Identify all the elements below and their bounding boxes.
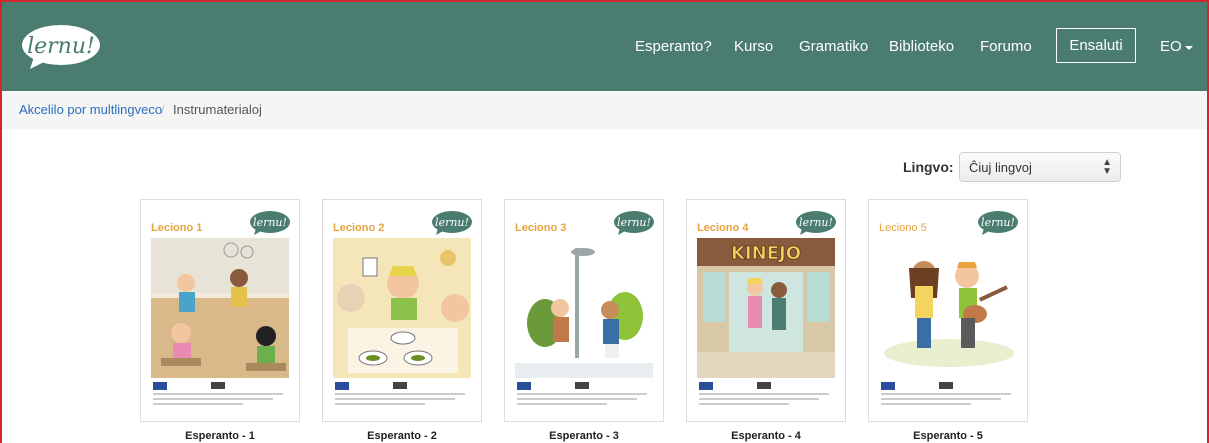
card-lesson-title: Leciono 2 xyxy=(333,222,385,234)
breadcrumb-separator: / xyxy=(161,102,165,117)
card-footer-logos xyxy=(881,382,1011,405)
guitar-walk-illustration xyxy=(879,238,1017,378)
nav-biblioteko[interactable]: Biblioteko xyxy=(889,38,954,55)
language-filter-value: Ĉiuj lingvoj xyxy=(969,160,1032,175)
breadcrumb-parent[interactable]: Akcelilo por multlingveco xyxy=(19,102,162,117)
select-arrows-icon: ▲ ▼ xyxy=(1102,157,1112,177)
page-frame: lernu! Esperanto? Kurso Gramatiko Biblio… xyxy=(0,0,1209,443)
breadcrumb-current: Instrumaterialoj xyxy=(173,102,262,117)
kinejo-sign: KINEJO xyxy=(731,243,801,264)
card-caption-5[interactable]: Esperanto - 5 xyxy=(868,430,1028,442)
svg-text:lernu!: lernu! xyxy=(435,216,469,229)
login-label: Ensaluti xyxy=(1069,37,1123,54)
material-card-3[interactable]: Leciono 3 lernu! xyxy=(504,199,664,422)
lernu-logo[interactable]: lernu! xyxy=(20,23,102,71)
language-label: EO xyxy=(1160,38,1182,55)
backpackers-illustration xyxy=(515,238,653,378)
dinner-table-illustration xyxy=(333,238,471,378)
language-filter-select[interactable]: Ĉiuj lingvoj ▲ ▼ xyxy=(959,152,1121,182)
svg-text:lernu!: lernu! xyxy=(981,216,1015,229)
language-filter-label: Lingvo: xyxy=(903,159,954,175)
svg-text:lernu!: lernu! xyxy=(799,216,833,229)
card-caption-2[interactable]: Esperanto - 2 xyxy=(322,430,482,442)
logo-text: lernu! xyxy=(27,34,95,59)
nav-esperanto[interactable]: Esperanto? xyxy=(635,38,712,55)
material-card-1[interactable]: Leciono 1 lernu! xyxy=(140,199,300,422)
card-footer-logos xyxy=(699,382,829,405)
classroom-illustration xyxy=(151,238,289,378)
svg-text:lernu!: lernu! xyxy=(253,216,287,229)
nav-forumo[interactable]: Forumo xyxy=(980,38,1032,55)
card-footer-logos xyxy=(335,382,465,405)
card-caption-1[interactable]: Esperanto - 1 xyxy=(140,430,300,442)
chevron-down-icon xyxy=(1184,45,1193,50)
card-lesson-title: Leciono 5 xyxy=(879,222,927,234)
lernu-logo-icon: lernu! xyxy=(432,211,472,235)
svg-text:lernu!: lernu! xyxy=(617,216,651,229)
card-footer-logos xyxy=(517,382,647,405)
top-navbar: lernu! Esperanto? Kurso Gramatiko Biblio… xyxy=(2,2,1207,91)
cinema-illustration: KINEJO xyxy=(697,238,835,378)
card-caption-4[interactable]: Esperanto - 4 xyxy=(686,430,846,442)
card-lesson-title: Leciono 4 xyxy=(697,222,749,234)
lernu-logo-icon: lernu! xyxy=(614,211,654,235)
lernu-logo-icon: lernu! xyxy=(978,211,1018,235)
card-caption-3[interactable]: Esperanto - 3 xyxy=(504,430,664,442)
material-card-2[interactable]: Leciono 2 lernu! xyxy=(322,199,482,422)
lernu-logo-icon: lernu! xyxy=(796,211,836,235)
nav-kurso[interactable]: Kurso xyxy=(734,38,773,55)
login-button[interactable]: Ensaluti xyxy=(1056,28,1136,63)
breadcrumb: Akcelilo por multlingveco / Instrumateri… xyxy=(2,91,1207,129)
lernu-logo-icon: lernu! xyxy=(250,211,290,235)
material-card-5[interactable]: Leciono 5 lernu! xyxy=(868,199,1028,422)
material-card-4[interactable]: Leciono 4 lernu! KINEJO xyxy=(686,199,846,422)
card-footer-logos xyxy=(153,382,283,405)
card-lesson-title: Leciono 1 xyxy=(151,222,203,234)
language-dropdown[interactable]: EO xyxy=(1160,38,1193,55)
nav-gramatiko[interactable]: Gramatiko xyxy=(799,38,868,55)
card-lesson-title: Leciono 3 xyxy=(515,222,567,234)
